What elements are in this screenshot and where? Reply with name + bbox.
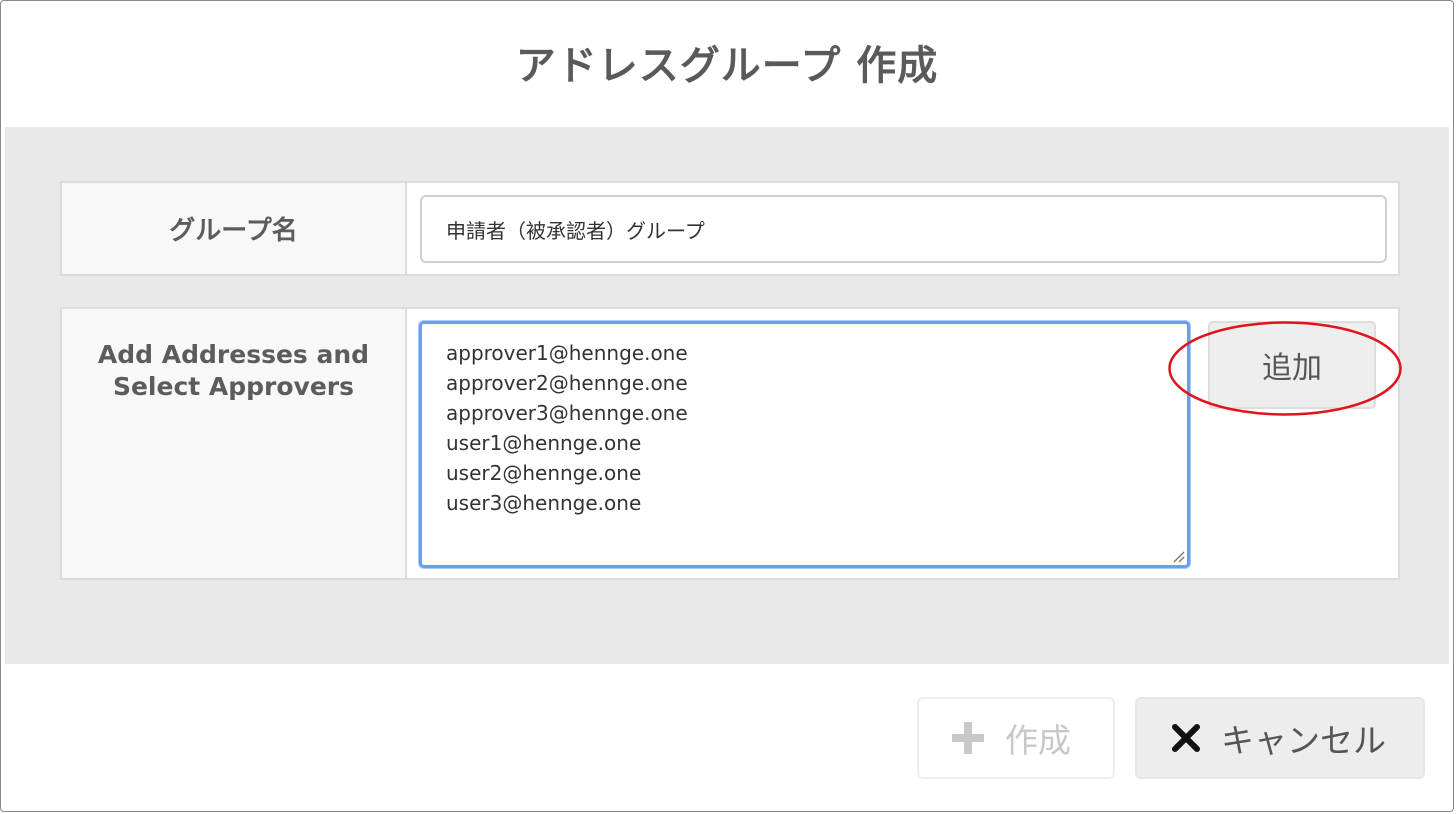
create-button[interactable]: 作成 bbox=[917, 697, 1115, 779]
plus-icon bbox=[951, 721, 985, 755]
addresses-textarea-frame: approver1@hennge.one approver2@hennge.on… bbox=[419, 321, 1190, 568]
add-button[interactable]: 追加 bbox=[1208, 321, 1376, 409]
addresses-label: Add Addresses and Select Approvers bbox=[62, 309, 407, 578]
dialog-footer: 作成 キャンセル bbox=[1, 664, 1453, 811]
create-button-label: 作成 bbox=[1005, 721, 1071, 760]
dialog-header: アドレスグループ 作成 bbox=[1, 1, 1453, 127]
cancel-button-label: キャンセル bbox=[1221, 721, 1386, 760]
dialog-body: グループ名 Add Addresses and Select Approvers… bbox=[5, 127, 1449, 664]
addresses-row: Add Addresses and Select Approvers appro… bbox=[60, 307, 1402, 580]
group-name-label: グループ名 bbox=[62, 183, 407, 274]
x-icon bbox=[1171, 723, 1201, 753]
addresses-label-line-2: Select Approvers bbox=[112, 372, 355, 401]
dialog-title: アドレスグループ 作成 bbox=[515, 43, 939, 89]
cancel-button[interactable]: キャンセル bbox=[1135, 697, 1425, 779]
resize-grip-icon[interactable] bbox=[1171, 549, 1185, 563]
group-name-input[interactable] bbox=[420, 195, 1387, 263]
addresses-label-line-1: Add Addresses and bbox=[97, 340, 370, 369]
group-name-row: グループ名 bbox=[60, 181, 1400, 276]
create-address-group-dialog: アドレスグループ 作成 グループ名 Add Addresses and Sele… bbox=[0, 0, 1454, 812]
addresses-textarea[interactable]: approver1@hennge.one approver2@hennge.on… bbox=[422, 324, 1187, 565]
